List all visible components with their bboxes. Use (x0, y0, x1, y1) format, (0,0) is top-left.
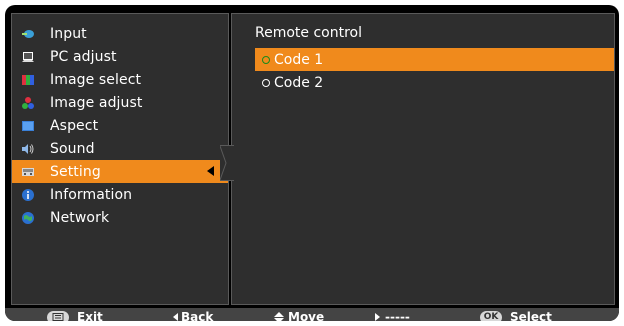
sound-icon (21, 142, 35, 156)
information-icon (21, 188, 35, 202)
right-arrow-icon (375, 313, 380, 321)
menu-item-label: Aspect (50, 117, 99, 134)
radio-bullet-icon (262, 55, 270, 64)
footer-select[interactable]: OK Select (480, 310, 552, 321)
network-icon (21, 211, 35, 225)
menu-item-label: PC adjust (50, 48, 117, 65)
option-code-2[interactable]: Code 2 (255, 71, 614, 94)
pc-adjust-icon (21, 50, 35, 64)
footer-hint-bar: Exit Back Move ----- OK Select (5, 308, 619, 321)
option-label: Code 2 (274, 74, 324, 91)
footer-exit-label: Exit (77, 310, 103, 321)
footer-move-label: Move (288, 310, 325, 321)
menu-item-information[interactable]: Information (12, 183, 228, 206)
menu-item-image-adjust[interactable]: Image adjust (12, 91, 228, 114)
image-adjust-icon (21, 96, 35, 110)
menu-item-label: Setting (50, 163, 101, 180)
selected-arrow-icon (207, 166, 214, 176)
menu-item-label: Image select (50, 71, 142, 88)
menu-item-label: Image adjust (50, 94, 143, 111)
input-icon (21, 27, 35, 41)
menu-item-label: Sound (50, 140, 95, 157)
menu-item-input[interactable]: Input (12, 22, 228, 45)
menu-item-label: Input (50, 25, 87, 42)
up-down-arrow-icon (274, 311, 284, 321)
option-code-1[interactable]: Code 1 (255, 48, 614, 71)
footer-select-label: Select (510, 310, 552, 321)
radio-bullet-icon (262, 78, 270, 87)
main-menu-panel: Input PC adjust Image select Image adjus… (11, 13, 229, 305)
menu-key-icon (47, 310, 69, 321)
osd-menu-frame: Input PC adjust Image select Image adjus… (5, 5, 619, 321)
menu-item-label: Network (50, 209, 110, 226)
menu-item-network[interactable]: Network (12, 206, 228, 229)
aspect-icon (21, 119, 35, 133)
ok-key-icon: OK (480, 310, 502, 321)
menu-item-image-select[interactable]: Image select (12, 68, 228, 91)
menu-item-label: Information (50, 186, 133, 203)
menu-item-setting[interactable]: Setting (12, 160, 228, 183)
footer-move[interactable]: Move (274, 310, 324, 321)
menu-item-pc-adjust[interactable]: PC adjust (12, 45, 228, 68)
main-menu-list: Input PC adjust Image select Image adjus… (12, 22, 228, 229)
menu-item-sound[interactable]: Sound (12, 137, 228, 160)
submenu-panel: Remote control Code 1 Code 2 (231, 13, 615, 305)
footer-next-label: ----- (385, 310, 410, 321)
left-arrow-icon (173, 313, 178, 321)
setting-icon (21, 165, 35, 179)
panel-connector (220, 145, 234, 181)
footer-back[interactable]: Back (173, 310, 213, 321)
footer-next[interactable]: ----- (375, 310, 410, 321)
submenu-title: Remote control (255, 25, 362, 41)
option-label: Code 1 (274, 51, 324, 68)
menu-item-aspect[interactable]: Aspect (12, 114, 228, 137)
image-select-icon (21, 73, 35, 87)
footer-back-label: Back (181, 310, 214, 321)
footer-exit[interactable]: Exit (47, 310, 103, 321)
